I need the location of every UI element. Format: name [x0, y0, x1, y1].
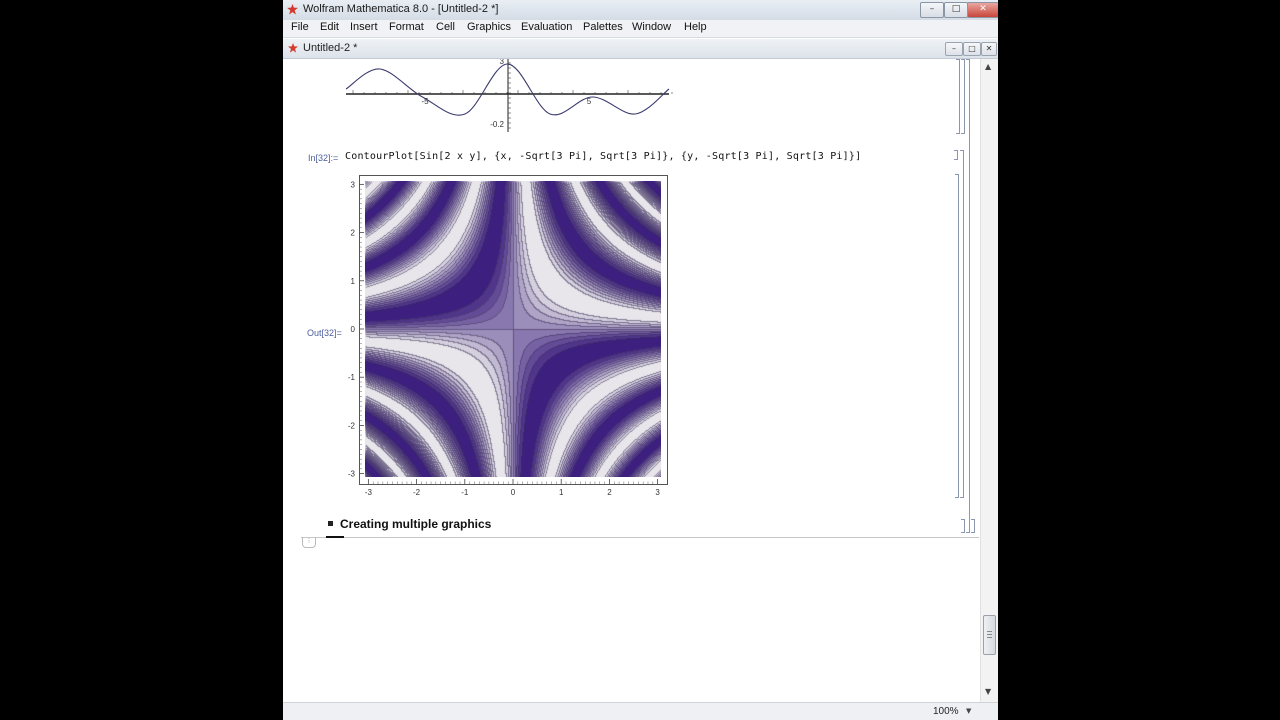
section-heading[interactable]: Creating multiple graphics: [328, 517, 491, 531]
prev-xtick-neg5: -5: [421, 97, 429, 106]
menu-cell[interactable]: Cell: [436, 21, 455, 33]
document-title: Untitled-2 *: [303, 42, 358, 54]
doc-maximize-button[interactable]: □: [963, 42, 981, 56]
contour-ytick-label: -3: [348, 470, 356, 479]
status-bar: 100% ▼: [283, 702, 998, 720]
maximize-button[interactable]: □: [944, 2, 968, 18]
contour-ytick-label: 0: [351, 325, 356, 334]
menu-file[interactable]: File: [291, 21, 309, 33]
notebook-content[interactable]: 3 -0.2 -5 5 In[32]:= ContourPlot[Sin[2 x…: [283, 59, 980, 702]
scroll-up-icon[interactable]: ▲: [985, 62, 991, 71]
cell-bracket-section[interactable]: [961, 519, 965, 533]
contour-xtick-label: 3: [655, 488, 660, 497]
contour-field: [365, 181, 661, 477]
cell-bracket-outer-group[interactable]: [966, 59, 970, 533]
cell-insertion-point[interactable]: ⁝: [302, 537, 316, 548]
cell-bracket-prev-group[interactable]: [961, 59, 965, 134]
cell-bracket-section-group[interactable]: [971, 519, 975, 533]
contour-ytick-label: -1: [348, 373, 356, 382]
menu-bar: File Edit Insert Format Cell Graphics Ev…: [283, 20, 998, 38]
prev-ytick-pos: 3: [500, 59, 505, 66]
menu-palettes[interactable]: Palettes: [583, 21, 623, 33]
previous-plot: 3 -0.2 -5 5: [345, 59, 673, 132]
scroll-down-icon[interactable]: ▼: [985, 687, 991, 696]
input-label: In[32]:=: [308, 153, 339, 163]
cell-bracket-io-group[interactable]: [960, 150, 964, 498]
doc-close-button[interactable]: ✕: [981, 42, 997, 56]
contour-ytick-label: 3: [351, 180, 356, 189]
section-title: Creating multiple graphics: [340, 517, 492, 531]
section-bullet-icon: [328, 521, 333, 527]
prev-ytick-neg: -0.2: [490, 120, 504, 129]
minimize-button[interactable]: –: [920, 2, 944, 18]
menu-evaluation[interactable]: Evaluation: [521, 21, 572, 33]
close-button[interactable]: ✕: [967, 2, 998, 18]
vertical-scrollbar[interactable]: ▲ ▼: [980, 59, 998, 702]
window-title: Wolfram Mathematica 8.0 - [Untitled-2 *]: [303, 3, 499, 15]
menu-window[interactable]: Window: [632, 21, 671, 33]
contour-xtick-label: -3: [365, 488, 373, 497]
zoom-level[interactable]: 100%: [933, 706, 959, 717]
menu-insert[interactable]: Insert: [350, 21, 378, 33]
section-underline: [326, 536, 344, 538]
output-label: Out[32]=: [307, 328, 342, 338]
notebook-icon: [288, 43, 298, 53]
contour-ytick-label: 2: [351, 229, 356, 238]
cell-bracket-input[interactable]: [954, 150, 958, 160]
menu-help[interactable]: Help: [684, 21, 707, 33]
contour-xtick-label: 1: [559, 488, 564, 497]
document-title-bar[interactable]: Untitled-2 * – □ ✕: [283, 39, 998, 59]
zoom-dropdown-icon[interactable]: ▼: [966, 707, 971, 715]
section-divider: [301, 537, 979, 538]
contour-ytick-label: 1: [351, 277, 356, 286]
input-code[interactable]: ContourPlot[Sin[2 x y], {x, -Sqrt[3 Pi],…: [345, 151, 861, 162]
menu-edit[interactable]: Edit: [320, 21, 339, 33]
contour-xtick-label: -1: [461, 488, 469, 497]
mathematica-window: Wolfram Mathematica 8.0 - [Untitled-2 *]…: [283, 0, 998, 720]
window-title-bar[interactable]: Wolfram Mathematica 8.0 - [Untitled-2 *]…: [283, 0, 998, 21]
menu-format[interactable]: Format: [389, 21, 424, 33]
doc-minimize-button[interactable]: –: [945, 42, 963, 56]
mathematica-logo-icon: [287, 4, 298, 15]
cell-bracket-output[interactable]: [955, 174, 959, 498]
contour-xtick-label: 2: [607, 488, 612, 497]
prev-xtick-pos5: 5: [587, 97, 592, 106]
cell-bracket-prev-output[interactable]: [956, 59, 960, 134]
contour-plot[interactable]: -3 -2 -1 0 1 2 3 3 2 1 0 -1 -2 -3: [343, 173, 673, 503]
contour-xtick-label: 0: [511, 488, 516, 497]
menu-graphics[interactable]: Graphics: [467, 21, 511, 33]
contour-ytick-label: -2: [348, 421, 356, 430]
scroll-thumb[interactable]: [983, 615, 996, 655]
contour-xtick-label: -2: [413, 488, 421, 497]
